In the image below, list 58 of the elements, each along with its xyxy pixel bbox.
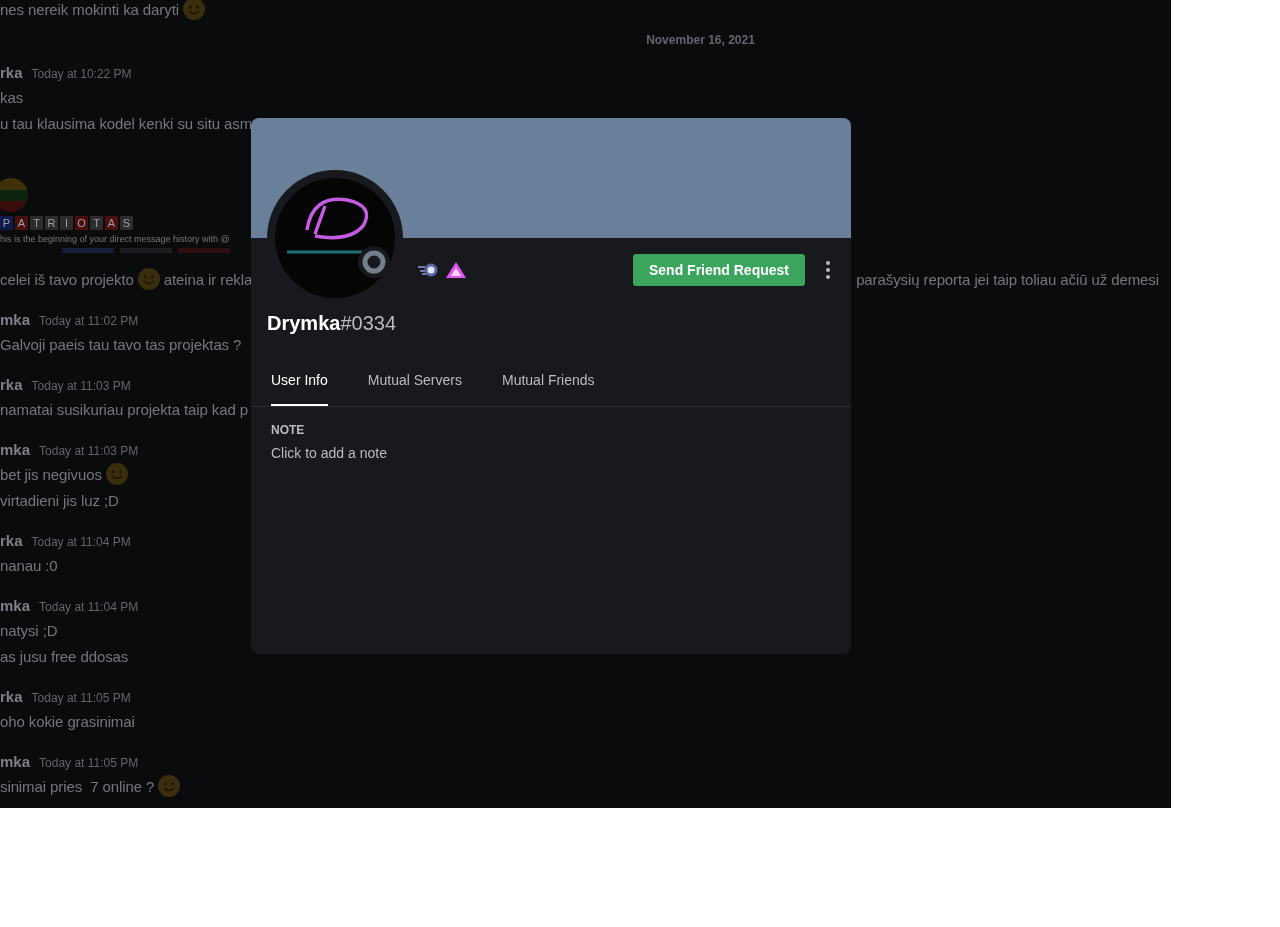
letter-tile: O bbox=[75, 216, 88, 230]
author-name[interactable]: rka bbox=[0, 688, 23, 705]
letter-tile: R bbox=[45, 216, 58, 230]
message-text: Galvoji paeis tau tavo tas projektas ? bbox=[0, 335, 242, 353]
author-name[interactable]: rka bbox=[0, 532, 23, 549]
message-text: oho kokie grasinimai bbox=[0, 712, 135, 730]
note-field[interactable]: Click to add a note bbox=[271, 445, 571, 461]
letter-tile: T bbox=[90, 216, 103, 230]
message-text: namatai susikuriau projekta taip kad p bbox=[0, 400, 248, 418]
message-text: bet jis negivuos bbox=[0, 465, 102, 483]
author-name[interactable]: rka bbox=[0, 64, 23, 81]
date-divider: November 16, 2021 bbox=[646, 33, 755, 47]
message-text: kas bbox=[0, 88, 24, 106]
timestamp: Today at 11:02 PM bbox=[39, 314, 139, 328]
author-name[interactable]: mka bbox=[0, 311, 31, 328]
profile-tab[interactable]: Mutual Servers bbox=[367, 358, 462, 406]
message-text: ateina ir rekla bbox=[163, 270, 253, 288]
message-text: sinimai pries 7 online ? bbox=[0, 777, 155, 795]
timestamp: Today at 11:04 PM bbox=[39, 600, 139, 614]
message-text: virtadieni jis luz ;D bbox=[0, 491, 119, 509]
emoji-icon bbox=[158, 775, 181, 797]
timestamp: Today at 11:03 PM bbox=[31, 379, 131, 393]
message-text: parašysių reporta jei taip toliau ačiū už demesi bbox=[856, 270, 1159, 288]
message-text: u tau klausima kodel kenki su situ asm bbox=[0, 114, 253, 132]
author-name[interactable]: mka bbox=[0, 441, 31, 458]
send-friend-request-button[interactable]: Send Friend Request bbox=[632, 254, 805, 286]
letter-tile: P bbox=[0, 216, 13, 230]
timestamp: Today at 11:03 PM bbox=[39, 444, 139, 458]
username: Drymka#0334 bbox=[266, 311, 397, 336]
status-icon bbox=[358, 246, 390, 278]
timestamp: Today at 11:05 PM bbox=[31, 691, 131, 705]
message-text: nanau :0 bbox=[0, 556, 58, 574]
author-name[interactable]: mka bbox=[0, 753, 31, 770]
timestamp: Today at 11:05 PM bbox=[39, 756, 139, 770]
message-text: nes nereik mokinti ka daryti bbox=[0, 0, 179, 18]
message-text: as jusu free ddosas bbox=[0, 647, 129, 665]
message-text: celei iš tavo projekto bbox=[0, 270, 134, 288]
letter-tile: A bbox=[15, 216, 28, 230]
letter-tile: S bbox=[120, 216, 133, 230]
emoji-icon bbox=[105, 463, 128, 485]
timestamp: Today at 11:04 PM bbox=[31, 535, 131, 549]
letter-tile: A bbox=[105, 216, 118, 230]
letter-tile: T bbox=[30, 216, 43, 230]
note-heading: NOTE bbox=[271, 423, 305, 437]
message-text: natysi ;D bbox=[0, 621, 58, 639]
emoji-icon bbox=[137, 268, 160, 290]
author-name[interactable]: rka bbox=[0, 376, 23, 393]
more-options-icon[interactable] bbox=[825, 260, 831, 280]
profile-tab[interactable]: Mutual Friends bbox=[501, 358, 595, 406]
emoji-icon bbox=[182, 0, 205, 20]
timestamp: Today at 10:22 PM bbox=[31, 67, 132, 81]
triangle-badge-icon bbox=[445, 261, 467, 279]
author-name[interactable]: mka bbox=[0, 597, 31, 614]
flag-avatar-icon bbox=[0, 178, 28, 212]
boost-badge-icon bbox=[417, 261, 439, 279]
intro-text: his is the beginning of your direct message history with @ bbox=[0, 234, 230, 244]
letter-tile: I bbox=[60, 216, 73, 230]
profile-tab[interactable]: User Info bbox=[271, 358, 328, 406]
